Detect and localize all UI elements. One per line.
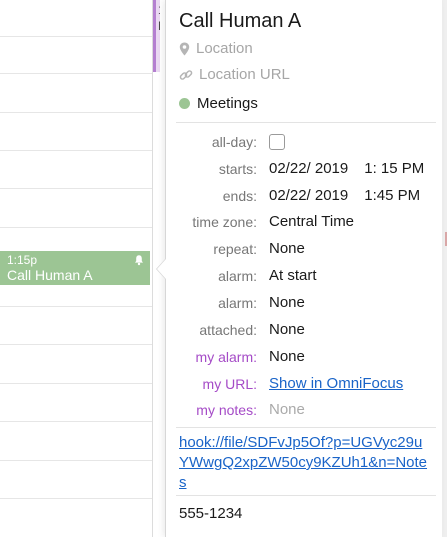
my-notes-value[interactable]: None <box>269 401 305 418</box>
allday-label: all-day: <box>211 134 257 150</box>
location-field[interactable]: Location <box>179 40 253 57</box>
event-time: 1:15p <box>7 253 38 267</box>
calendar-event-call-human-a[interactable]: 1:15p Call Human A <box>0 251 150 285</box>
alarm-label-2: alarm: <box>218 295 257 311</box>
calendar-day-view: 1N 1:15p Call Human A <box>0 0 160 537</box>
my-notes-label: my notes: <box>196 402 257 418</box>
timezone-value[interactable]: Central Time <box>269 213 354 230</box>
location-placeholder: Location <box>196 40 253 57</box>
location-pin-icon <box>179 42 190 55</box>
event-title: Call Human A <box>7 267 93 283</box>
link-icon <box>179 69 193 80</box>
alarm-value-2[interactable]: None <box>269 294 305 311</box>
popover-arrow <box>156 258 166 280</box>
allday-checkbox[interactable] <box>269 134 285 150</box>
hour-line <box>0 188 152 189</box>
column-separator <box>152 0 153 537</box>
calendar-event-purple[interactable]: 1N <box>153 0 160 72</box>
hour-line <box>0 498 152 499</box>
my-alarm-value[interactable]: None <box>269 348 305 365</box>
attached-value[interactable]: None <box>269 321 305 338</box>
alarm-label: alarm: <box>218 268 257 284</box>
divider <box>176 427 436 428</box>
hour-line <box>0 227 152 228</box>
alarm-value[interactable]: At start <box>269 267 317 284</box>
hour-line <box>0 73 152 74</box>
purple-event-text: 1N <box>158 2 160 34</box>
calendar-selector[interactable]: Meetings <box>179 95 258 112</box>
my-url-label: my URL: <box>202 376 257 392</box>
location-url-placeholder: Location URL <box>199 66 290 83</box>
repeat-value[interactable]: None <box>269 240 305 257</box>
hour-line <box>0 150 152 151</box>
event-popover: Call Human A Location Location URL Meeti… <box>156 0 442 537</box>
attached-label: attached: <box>199 322 257 338</box>
calendar-name: Meetings <box>197 95 258 112</box>
calendar-color-dot <box>179 98 190 109</box>
divider <box>176 495 436 496</box>
hour-line <box>0 306 152 307</box>
location-url-field[interactable]: Location URL <box>179 66 290 83</box>
ends-date[interactable]: 02/22/ 2019 <box>269 187 348 204</box>
repeat-label: repeat: <box>213 241 257 257</box>
event-title-field[interactable]: Call Human A <box>179 10 301 33</box>
notes-phone[interactable]: 555-1234 <box>179 505 242 522</box>
bell-icon <box>135 255 143 266</box>
ends-label: ends: <box>222 188 257 204</box>
starts-date[interactable]: 02/22/ 2019 <box>269 160 348 177</box>
hour-line <box>0 383 152 384</box>
starts-value[interactable]: 02/22/ 2019 1: 15 PM <box>269 160 424 177</box>
ends-value[interactable]: 02/22/ 2019 1:45 PM <box>269 187 420 204</box>
ends-time[interactable]: 1:45 PM <box>364 187 420 204</box>
hour-line <box>0 36 152 37</box>
hour-line <box>0 421 152 422</box>
my-alarm-label: my alarm: <box>195 349 257 365</box>
hour-line <box>0 460 152 461</box>
hour-line <box>0 344 152 345</box>
divider <box>176 122 436 123</box>
hour-line <box>0 112 152 113</box>
starts-time[interactable]: 1: 15 PM <box>364 160 424 177</box>
hook-url-link[interactable]: hook://file/SDFvJp5Of?p=UGVyc29uYWwgQ2xp… <box>179 433 429 493</box>
starts-label: starts: <box>218 161 257 177</box>
my-url-link[interactable]: Show in OmniFocus <box>269 375 403 392</box>
timezone-label: time zone: <box>192 214 257 230</box>
